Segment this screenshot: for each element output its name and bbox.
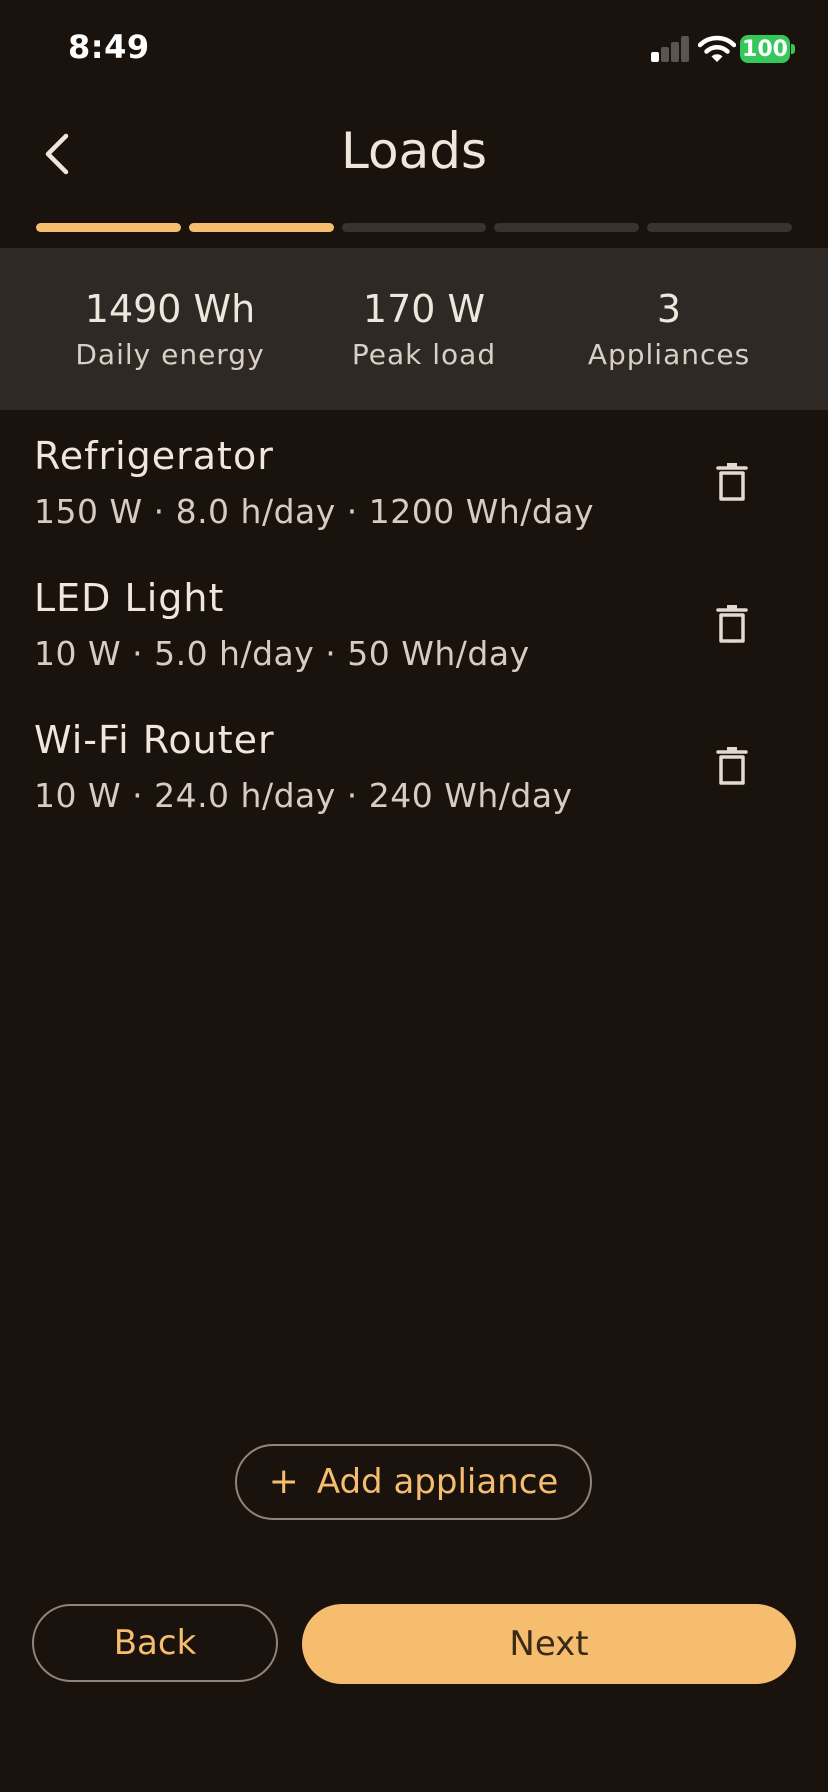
header: Loads xyxy=(0,100,828,210)
progress-step xyxy=(494,223,640,232)
next-button[interactable]: Next xyxy=(302,1604,796,1684)
add-appliance-button[interactable]: + Add appliance xyxy=(235,1444,592,1520)
back-button[interactable]: Back xyxy=(32,1604,278,1682)
battery-icon: 100 xyxy=(740,35,790,63)
daily-energy-value: 1490 Wh xyxy=(84,287,256,331)
status-time: 8:49 xyxy=(68,28,150,66)
list-item[interactable]: Wi-Fi Router 10 W · 24.0 h/day · 240 Wh/… xyxy=(0,694,828,836)
status-bar: 8:49 100 xyxy=(0,0,828,100)
appliances-count-label: Appliances xyxy=(587,338,751,371)
appliance-name: LED Light xyxy=(34,576,225,620)
wifi-icon xyxy=(698,35,736,62)
battery-cap xyxy=(791,44,795,54)
appliance-detail: 150 W · 8.0 h/day · 1200 Wh/day xyxy=(34,492,595,531)
progress-step xyxy=(188,223,334,232)
add-appliance-label: Add appliance xyxy=(316,1462,559,1502)
appliance-detail: 10 W · 24.0 h/day · 240 Wh/day xyxy=(34,776,573,815)
peak-load-value: 170 W xyxy=(362,287,486,331)
daily-energy-stat: 1490 Wh Daily energy xyxy=(60,286,280,371)
progress-step xyxy=(647,223,792,232)
peak-load-label: Peak load xyxy=(351,338,497,371)
progress-step xyxy=(341,223,487,232)
appliance-name: Refrigerator xyxy=(34,434,274,478)
trash-icon[interactable] xyxy=(716,604,748,644)
summary-panel: 1490 Wh Daily energy 170 W Peak load 3 A… xyxy=(0,248,828,410)
page-title: Loads xyxy=(341,122,487,180)
peak-load-stat: 170 W Peak load xyxy=(324,286,524,371)
progress-step xyxy=(36,223,181,232)
appliances-count-value: 3 xyxy=(656,287,682,331)
appliance-detail: 10 W · 5.0 h/day · 50 Wh/day xyxy=(34,634,530,673)
daily-energy-label: Daily energy xyxy=(75,338,265,371)
trash-icon[interactable] xyxy=(716,462,748,502)
signal-icon xyxy=(651,36,691,62)
trash-icon[interactable] xyxy=(716,746,748,786)
appliance-name: Wi-Fi Router xyxy=(34,718,275,762)
plus-icon: + xyxy=(268,1461,299,1502)
appliances-stat: 3 Appliances xyxy=(569,286,769,371)
list-item[interactable]: LED Light 10 W · 5.0 h/day · 50 Wh/day xyxy=(0,552,828,694)
step-progress xyxy=(36,223,792,232)
appliance-list: Refrigerator 150 W · 8.0 h/day · 1200 Wh… xyxy=(0,410,828,836)
list-item[interactable]: Refrigerator 150 W · 8.0 h/day · 1200 Wh… xyxy=(0,410,828,552)
back-button-label: Back xyxy=(113,1623,197,1663)
next-button-label: Next xyxy=(509,1624,589,1664)
